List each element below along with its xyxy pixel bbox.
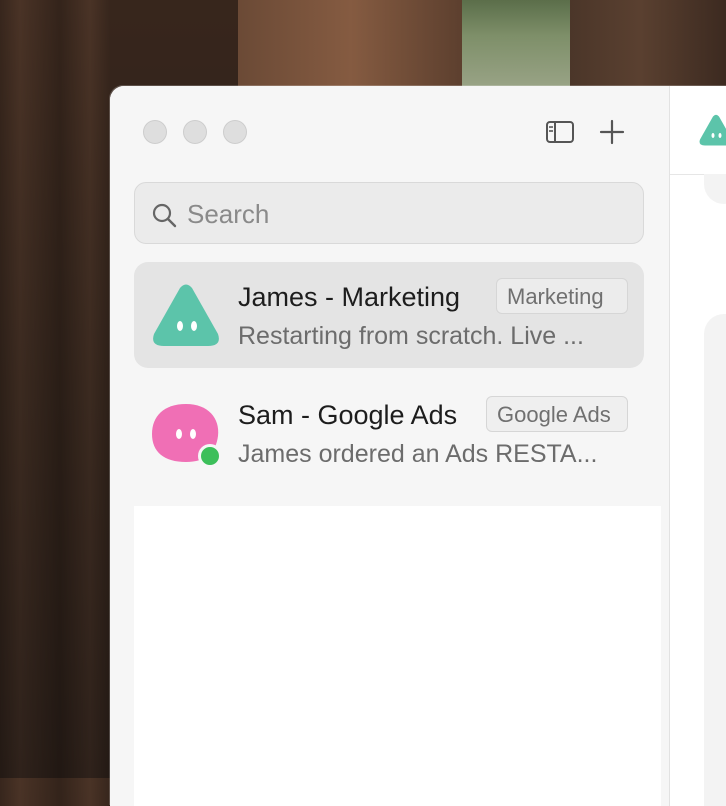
- window-minimize-button[interactable]: [183, 120, 207, 144]
- triangle-avatar-icon: [699, 114, 726, 146]
- chat-list-item[interactable]: Sam - Google Ads Google Ads James ordere…: [134, 380, 644, 486]
- search-input[interactable]: [185, 193, 629, 235]
- conversation-header: [670, 86, 726, 175]
- chat-preview: James ordered an Ads RESTA...: [238, 440, 598, 468]
- search-box: [134, 182, 644, 244]
- background-tree-trunk: [238, 0, 464, 90]
- conversation-pane: [670, 86, 726, 806]
- window-close-button[interactable]: [143, 120, 167, 144]
- message-bubble: [704, 174, 726, 204]
- search-icon: [152, 203, 177, 228]
- online-status-indicator: [198, 444, 222, 468]
- sidebar-icon: [546, 121, 574, 143]
- triangle-avatar-icon: [153, 284, 219, 346]
- window-zoom-button[interactable]: [223, 120, 247, 144]
- chat-tag-badge: Marketing: [496, 278, 628, 314]
- app-window: James - Marketing Marketing Restarting f…: [110, 86, 726, 806]
- chat-name: Sam - Google Ads: [238, 400, 458, 430]
- plus-icon: [599, 119, 625, 145]
- new-chat-button[interactable]: [596, 116, 628, 148]
- background-forest: [462, 0, 572, 90]
- chat-list-empty-area: [134, 506, 661, 806]
- chat-tag-badge: Google Ads: [486, 396, 628, 432]
- chat-name: James - Marketing: [238, 282, 461, 312]
- message-bubble: [704, 314, 726, 806]
- background-tree-trunk-right: [570, 0, 726, 90]
- sidebar-toggle-button[interactable]: [544, 116, 576, 148]
- chat-list-item[interactable]: James - Marketing Marketing Restarting f…: [134, 262, 644, 368]
- chat-preview: Restarting from scratch. Live ...: [238, 322, 584, 350]
- sidebar: James - Marketing Marketing Restarting f…: [110, 86, 669, 806]
